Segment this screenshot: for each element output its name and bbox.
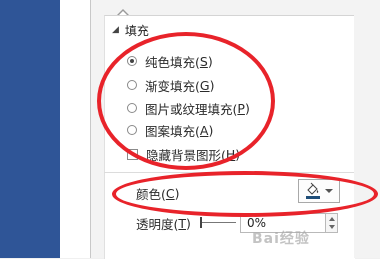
pattern-fill-option[interactable]: 图案填充(A) (127, 121, 213, 139)
transparency-label: 透明度(T) (136, 215, 191, 232)
slide-edit-area[interactable] (60, 0, 91, 258)
transparency-spinner[interactable] (326, 213, 338, 233)
watermark: Bai经验 (252, 231, 310, 247)
fill-section-title: 填充 (124, 23, 149, 38)
transparency-slider-thumb[interactable] (200, 217, 202, 228)
collapse-triangle-icon[interactable]: ◢ (112, 25, 119, 35)
solid-fill-radio[interactable] (127, 56, 137, 66)
slide-thumbnail-panel (0, 0, 60, 258)
pane-scroll-area[interactable] (354, 15, 380, 258)
section-divider (104, 172, 354, 173)
hide-background-checkbox[interactable] (127, 148, 138, 160)
picture-texture-fill-option[interactable]: 图片或纹理填充(P) (127, 99, 250, 117)
transparency-slider-track[interactable] (200, 222, 236, 223)
gradient-fill-radio[interactable] (127, 80, 137, 90)
fill-color-button[interactable] (298, 179, 340, 203)
gradient-fill-option[interactable]: 渐变填充(G) (127, 76, 214, 94)
paint-bucket-icon (305, 182, 321, 200)
color-label: 颜色(C) (136, 185, 180, 202)
pane-tab-strip (91, 0, 380, 14)
chevron-down-icon (325, 189, 333, 193)
pattern-fill-radio[interactable] (127, 125, 137, 135)
spin-up-icon[interactable] (329, 217, 335, 221)
hide-background-option[interactable]: 隐藏背景图形(H) (127, 145, 240, 163)
spin-down-icon[interactable] (329, 225, 335, 229)
solid-fill-option[interactable]: 纯色填充(S) (127, 52, 213, 70)
picture-texture-fill-radio[interactable] (127, 103, 137, 113)
fill-section-header[interactable]: ◢ 填充 (112, 20, 149, 40)
